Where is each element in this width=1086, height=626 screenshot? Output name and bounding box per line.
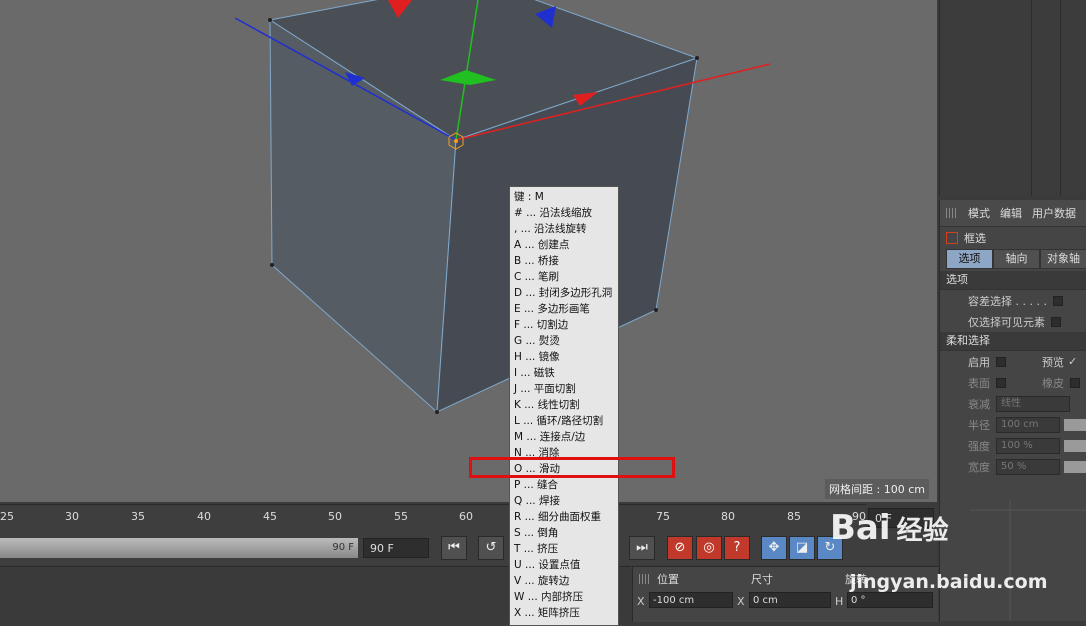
radius-field[interactable]: 100 cm <box>996 416 1061 433</box>
grid-spacing-label: 网格间距 : 100 cm <box>825 479 929 499</box>
auto-key-icon: ◎ <box>703 540 715 555</box>
go-to-end-icon: ⏭ <box>636 540 648 555</box>
size-header: 尺寸 <box>751 573 773 586</box>
enable-checkbox[interactable] <box>996 356 1006 367</box>
menu-item[interactable]: # ... 沿法线缩放 <box>510 205 618 221</box>
checkmark-icon[interactable]: ✓ <box>1068 355 1077 368</box>
menu-item[interactable]: D ... 封闭多边形孔洞 <box>510 285 618 301</box>
baidu-watermark-logo: Bai 经验 <box>830 508 949 548</box>
step-back-icon: ↺ <box>485 540 497 555</box>
size-x-field[interactable]: 0 cm <box>749 592 831 608</box>
menu-item[interactable]: B ... 桥接 <box>510 253 618 269</box>
width-slider[interactable] <box>1064 460 1086 473</box>
cube-scene <box>234 0 771 414</box>
record-key-icon: ⊘ <box>674 540 686 555</box>
enable-row: 启用 预览 ✓ <box>968 355 1078 369</box>
strength-row: 强度 100 % <box>940 435 1086 456</box>
viewport[interactable]: 网格间距 : 100 cm <box>0 0 937 502</box>
scale-mode-button[interactable]: ◪ <box>789 536 815 560</box>
mode-label: 框选 <box>964 232 986 245</box>
menu-item[interactable]: K ... 线性切割 <box>510 397 618 413</box>
step-back-button[interactable]: ↺ <box>478 536 504 560</box>
menu-item[interactable]: E ... 多边形画笔 <box>510 301 618 317</box>
object-manager-panel <box>939 0 1086 196</box>
width-field[interactable]: 50 % <box>996 458 1061 475</box>
menu-item[interactable]: C ... 笔刷 <box>510 269 618 285</box>
position-x-field[interactable]: -100 cm <box>649 592 733 608</box>
coord-grip-icon <box>639 574 651 584</box>
section-soft-selection: 柔和选择 <box>940 332 1086 351</box>
help-key-button[interactable]: ? <box>724 536 750 560</box>
attribute-manager: 模式 编辑 用户数据 框选 选项 轴向 对象轴 选项 容差选择 . . . . … <box>939 200 1086 621</box>
move-icon: ✥ <box>768 540 780 555</box>
popup-title: 键 : M <box>514 191 544 203</box>
menu-item[interactable]: F ... 切割边 <box>510 317 618 333</box>
menu-item[interactable]: A ... 创建点 <box>510 237 618 253</box>
menu-item[interactable]: W ... 内部挤压 <box>510 589 618 605</box>
shortcut-popup-menu: 键 : M # ... 沿法线缩放 , ... 沿法线旋转 A ... 创建点 … <box>509 186 619 626</box>
tolerance-select-row: 容差选择 . . . . . <box>940 290 1086 311</box>
highlight-box <box>469 457 675 478</box>
menu-item[interactable]: U ... 设置点值 <box>510 557 618 573</box>
auto-key-button[interactable]: ◎ <box>696 536 722 560</box>
visible-only-row: 仅选择可见元素 <box>940 311 1086 332</box>
watermark-url: jingyan.baidu.com <box>850 571 1048 593</box>
menu-item[interactable]: H ... 镜像 <box>510 349 618 365</box>
falloff-select[interactable]: 线性 <box>996 395 1070 412</box>
mode-line: 框选 <box>940 227 1086 249</box>
menu-item[interactable]: S ... 倒角 <box>510 525 618 541</box>
falloff-curve-graph <box>970 500 1086 621</box>
strength-slider[interactable] <box>1064 439 1086 452</box>
menu-edit[interactable]: 编辑 <box>1000 205 1022 221</box>
menu-item[interactable]: I ... 磁铁 <box>510 365 618 381</box>
attr-menubar: 模式 编辑 用户数据 <box>940 200 1086 227</box>
rubber-checkbox[interactable] <box>1070 377 1080 388</box>
radius-slider[interactable] <box>1064 418 1086 431</box>
go-to-end-button[interactable]: ⏭ <box>629 536 655 560</box>
go-to-start-icon: ⏮ <box>448 540 460 555</box>
tab-object-axis[interactable]: 对象轴 <box>1040 249 1086 269</box>
tolerance-checkbox[interactable] <box>1052 295 1063 306</box>
record-button[interactable]: ⊘ <box>667 536 693 560</box>
surface-row: 表面 橡皮 <box>940 372 1086 393</box>
question-icon: ? <box>733 540 741 555</box>
go-to-start-button[interactable]: ⏮ <box>441 536 467 560</box>
strength-field[interactable]: 100 % <box>996 437 1061 454</box>
radius-row: 半径 100 cm <box>940 414 1086 435</box>
menu-item[interactable]: X ... 矩阵挤压 <box>510 605 618 621</box>
width-row: 宽度 50 % <box>940 456 1086 477</box>
end-frame-field[interactable]: 90 F <box>363 538 429 558</box>
timeline-ruler[interactable]: 25 30 35 40 45 50 55 60 75 80 85 90 <box>0 504 866 531</box>
menu-item[interactable]: , ... 沿法线旋转 <box>510 221 618 237</box>
frame-range-slider[interactable]: 90 F <box>0 538 358 558</box>
surface-checkbox[interactable] <box>996 377 1006 388</box>
scale-icon: ◪ <box>795 540 809 555</box>
menu-item[interactable]: M ... 连接点/边 <box>510 429 618 445</box>
menu-item[interactable]: R ... 细分曲面权重 <box>510 509 618 525</box>
menu-item[interactable]: V ... 旋转边 <box>510 573 618 589</box>
tab-axis[interactable]: 轴向 <box>993 249 1040 269</box>
menu-item[interactable]: J ... 平面切割 <box>510 381 618 397</box>
rotation-h-field[interactable]: 0 ° <box>847 592 933 608</box>
tab-options[interactable]: 选项 <box>946 249 993 269</box>
menu-item[interactable]: L ... 循环/路径切割 <box>510 413 618 429</box>
box-select-icon <box>946 232 958 244</box>
position-header: 位置 <box>657 573 679 586</box>
menu-item[interactable]: T ... 挤压 <box>510 541 618 557</box>
falloff-row: 衰减 线性 <box>940 393 1086 414</box>
visible-only-checkbox[interactable] <box>1051 316 1061 327</box>
section-options: 选项 <box>940 271 1086 290</box>
menu-item[interactable]: Q ... 焊接 <box>510 493 618 509</box>
attr-tabs: 选项 轴向 对象轴 <box>946 249 1086 269</box>
move-mode-button[interactable]: ✥ <box>761 536 787 560</box>
menu-item[interactable]: P ... 缝合 <box>510 477 618 493</box>
menu-mode[interactable]: 模式 <box>968 205 990 221</box>
menu-userdata[interactable]: 用户数据 <box>1032 205 1076 221</box>
grip-icon <box>946 208 958 218</box>
menu-item[interactable]: G ... 熨烫 <box>510 333 618 349</box>
